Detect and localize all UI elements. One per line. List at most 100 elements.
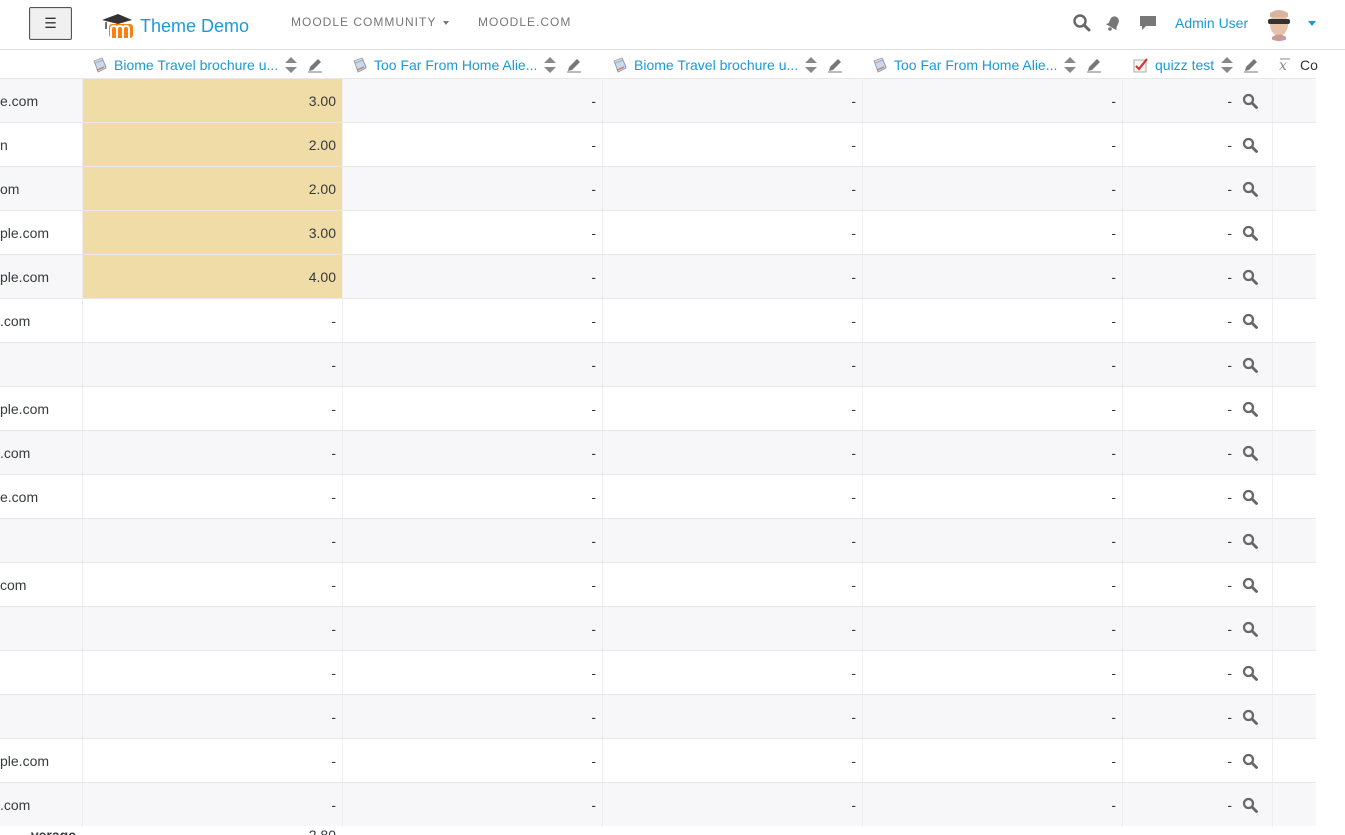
edit-pencil-icon[interactable] (566, 57, 582, 73)
grade-cell[interactable]: - (1122, 123, 1272, 167)
grade-cell[interactable]: - (342, 519, 602, 563)
user-email-cell[interactable]: com (0, 563, 82, 607)
review-magnify-icon[interactable] (1242, 621, 1258, 637)
grade-cell[interactable]: - (602, 211, 862, 255)
user-email-cell[interactable]: .com (0, 783, 82, 827)
grade-cell[interactable]: - (342, 343, 602, 387)
grade-cell[interactable]: - (1122, 739, 1272, 783)
grade-cell[interactable]: - (342, 563, 602, 607)
grade-cell[interactable]: 2.00 (82, 167, 342, 211)
grade-cell[interactable]: - (82, 563, 342, 607)
grade-cell[interactable]: - (82, 695, 342, 739)
grade-cell[interactable]: - (862, 475, 1122, 519)
grade-item-link[interactable]: Too Far From Home Alie... (374, 57, 537, 73)
review-magnify-icon[interactable] (1242, 181, 1258, 197)
grade-cell[interactable]: - (862, 739, 1122, 783)
review-magnify-icon[interactable] (1242, 489, 1258, 505)
grade-cell[interactable]: - (862, 79, 1122, 123)
grade-cell[interactable]: 2.00 (82, 123, 342, 167)
grade-cell[interactable]: - (82, 607, 342, 651)
grade-cell[interactable]: - (862, 255, 1122, 299)
grade-cell[interactable]: - (602, 167, 862, 211)
user-email-cell[interactable] (0, 607, 82, 651)
grade-cell[interactable]: - (1122, 255, 1272, 299)
grade-cell[interactable]: - (82, 783, 342, 827)
grade-cell[interactable]: - (342, 123, 602, 167)
user-email-cell[interactable]: om (0, 167, 82, 211)
grade-cell[interactable]: - (82, 475, 342, 519)
user-email-cell[interactable]: ple.com (0, 255, 82, 299)
grade-cell[interactable]: - (1122, 563, 1272, 607)
user-email-cell[interactable]: e.com (0, 79, 82, 123)
user-email-cell[interactable]: e.com (0, 475, 82, 519)
grade-cell[interactable]: - (1122, 607, 1272, 651)
grade-cell[interactable]: - (342, 167, 602, 211)
user-menu-name[interactable]: Admin User (1175, 15, 1248, 31)
grade-cell[interactable]: - (602, 783, 862, 827)
grade-cell[interactable]: - (862, 431, 1122, 475)
grade-cell[interactable]: - (602, 79, 862, 123)
grade-cell[interactable]: - (862, 299, 1122, 343)
grade-cell[interactable]: - (82, 343, 342, 387)
grade-cell[interactable]: - (862, 695, 1122, 739)
review-magnify-icon[interactable] (1242, 401, 1258, 417)
grade-cell[interactable]: - (602, 387, 862, 431)
grade-cell[interactable]: - (1122, 167, 1272, 211)
user-email-cell[interactable]: ple.com (0, 211, 82, 255)
grade-cell[interactable]: - (1122, 783, 1272, 827)
grade-cell[interactable]: - (602, 255, 862, 299)
grade-cell[interactable]: - (342, 651, 602, 695)
user-email-cell[interactable]: .com (0, 431, 82, 475)
grade-cell[interactable]: - (862, 563, 1122, 607)
bell-icon[interactable] (1103, 13, 1123, 33)
grade-cell[interactable]: - (862, 519, 1122, 563)
grade-cell[interactable]: - (1122, 343, 1272, 387)
grade-cell[interactable]: - (862, 211, 1122, 255)
review-magnify-icon[interactable] (1242, 357, 1258, 373)
grade-cell[interactable]: - (342, 607, 602, 651)
grade-cell[interactable]: - (862, 123, 1122, 167)
review-magnify-icon[interactable] (1242, 577, 1258, 593)
grade-cell[interactable]: - (82, 299, 342, 343)
chat-icon[interactable] (1138, 13, 1158, 33)
user-email-cell[interactable] (0, 651, 82, 695)
grade-cell[interactable]: - (1122, 475, 1272, 519)
grade-cell[interactable]: - (862, 343, 1122, 387)
user-email-cell[interactable]: n (0, 123, 82, 167)
grade-cell[interactable]: - (862, 651, 1122, 695)
grade-cell[interactable]: - (82, 651, 342, 695)
review-magnify-icon[interactable] (1242, 797, 1258, 813)
review-magnify-icon[interactable] (1242, 753, 1258, 769)
review-magnify-icon[interactable] (1242, 137, 1258, 153)
grade-cell[interactable]: 3.00 (82, 79, 342, 123)
review-magnify-icon[interactable] (1242, 445, 1258, 461)
grade-cell[interactable]: - (1122, 79, 1272, 123)
grade-cell[interactable]: - (602, 431, 862, 475)
grade-cell[interactable]: - (862, 387, 1122, 431)
grade-cell[interactable]: - (602, 695, 862, 739)
grade-cell[interactable]: - (862, 607, 1122, 651)
grade-cell[interactable]: - (82, 739, 342, 783)
grade-cell[interactable]: - (82, 519, 342, 563)
sort-icon[interactable] (1063, 56, 1077, 74)
grade-cell[interactable]: - (342, 431, 602, 475)
grade-cell[interactable]: - (342, 783, 602, 827)
review-magnify-icon[interactable] (1242, 533, 1258, 549)
grade-cell[interactable]: - (602, 519, 862, 563)
grade-cell[interactable]: - (82, 387, 342, 431)
grade-cell[interactable]: - (342, 211, 602, 255)
grade-cell[interactable]: - (82, 431, 342, 475)
grade-cell[interactable]: - (1122, 519, 1272, 563)
grade-cell[interactable]: - (862, 783, 1122, 827)
edit-pencil-icon[interactable] (1086, 57, 1102, 73)
grade-cell[interactable]: - (1122, 299, 1272, 343)
grade-item-link[interactable]: Biome Travel brochure u... (634, 57, 798, 73)
grade-cell[interactable]: 3.00 (82, 211, 342, 255)
grade-cell[interactable]: 4.00 (82, 255, 342, 299)
edit-pencil-icon[interactable] (827, 57, 843, 73)
user-email-cell[interactable]: ple.com (0, 739, 82, 783)
sort-icon[interactable] (804, 56, 818, 74)
grade-cell[interactable]: - (602, 651, 862, 695)
grade-item-link[interactable]: Biome Travel brochure u... (114, 57, 278, 73)
review-magnify-icon[interactable] (1242, 225, 1258, 241)
